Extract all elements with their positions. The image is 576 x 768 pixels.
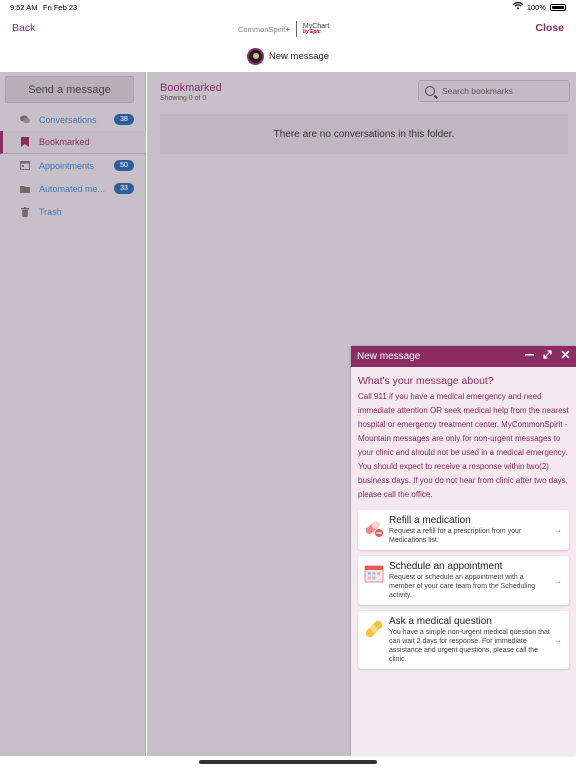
folder-nav: Conversations 38 Bookmarked Appointments…: [0, 108, 146, 223]
count-badge: 38: [114, 114, 134, 125]
option-title: Schedule an appointment: [389, 561, 503, 572]
sidebar-item-label: Appointments: [39, 160, 95, 171]
calendar-icon: [20, 161, 30, 171]
panel-question: What's your message about?: [358, 375, 494, 387]
folder-title: Bookmarked: [160, 82, 222, 94]
emergency-notice: Call 911 if you have a medical emergency…: [358, 392, 569, 499]
brand-mychart: MyChart by Epic: [302, 23, 330, 35]
option-description: You have a simple non-urgent medical que…: [389, 629, 550, 663]
empty-state: There are no conversations in this folde…: [160, 114, 568, 154]
minimize-icon[interactable]: [525, 350, 534, 362]
search-placeholder: Search bookmarks: [442, 86, 513, 96]
sidebar-item-label: Trash: [39, 206, 62, 217]
sidebar-item-conversations[interactable]: Conversations 38: [0, 108, 146, 131]
sidebar-item-label: Automated me...: [39, 183, 106, 194]
app-header: Back CommonSpirit+ MyChart by Epic Close…: [0, 14, 576, 72]
bandage-icon: [364, 619, 383, 638]
panel-title: New message: [357, 351, 421, 362]
count-badge: 33: [114, 183, 134, 194]
sidebar-item-label: Conversations: [39, 114, 97, 125]
page-title-row: New message: [0, 48, 576, 65]
sidebar-item-appointments[interactable]: Appointments 50: [0, 154, 146, 177]
search-input[interactable]: Search bookmarks: [418, 80, 570, 102]
calendar-icon: [364, 564, 384, 583]
expand-icon[interactable]: [543, 350, 552, 362]
back-button[interactable]: Back: [12, 22, 35, 34]
search-icon: [425, 86, 435, 96]
status-date: Fri Feb 23: [43, 3, 78, 12]
home-indicator: [199, 760, 377, 764]
panel-header: New message: [351, 346, 576, 367]
brand-commonspirit: CommonSpirit+: [238, 24, 290, 34]
sidebar-item-label: Bookmarked: [39, 137, 90, 147]
option-title: Refill a medication: [389, 515, 471, 526]
result-count: Showing 0 of 0: [160, 95, 207, 102]
close-button[interactable]: Close: [535, 22, 564, 34]
status-bar: 9:52 AM Fri Feb 23 100%: [0, 0, 576, 14]
arrow-right-icon: →: [554, 525, 562, 535]
brand-logo: CommonSpirit+ MyChart by Epic: [238, 20, 338, 38]
count-badge: 50: [114, 160, 134, 171]
folder-icon: [20, 184, 30, 194]
battery-percent: 100%: [526, 2, 546, 12]
option-description: Request a refill for a prescription from…: [389, 528, 522, 544]
arrow-right-icon: →: [554, 576, 562, 585]
logo-divider: [295, 21, 297, 37]
status-right: 100%: [512, 2, 566, 12]
status-time: 9:52 AM: [10, 3, 38, 12]
option-schedule-appointment[interactable]: Schedule an appointment Request or sched…: [358, 556, 569, 605]
panel-controls: [525, 350, 570, 362]
trash-icon: [20, 206, 30, 217]
sidebar-item-bookmarked[interactable]: Bookmarked: [0, 131, 146, 154]
chat-bubbles-icon: [20, 115, 30, 125]
bookmark-icon: [20, 137, 30, 147]
sidebar: Send a message Conversations 38 Bookmark…: [0, 72, 146, 756]
option-refill-medication[interactable]: Refill a medication Request a refill for…: [358, 510, 569, 550]
option-title: Ask a medical question: [389, 616, 492, 627]
avatar[interactable]: [246, 48, 264, 65]
option-description: Request or schedule an appointment with …: [389, 574, 536, 599]
sidebar-item-trash[interactable]: Trash: [0, 200, 146, 223]
send-message-button[interactable]: Send a message: [5, 76, 134, 103]
option-ask-medical-question[interactable]: Ask a medical question You have a simple…: [358, 611, 569, 669]
arrow-right-icon: →: [554, 635, 562, 645]
close-icon[interactable]: [561, 350, 570, 362]
page-title: New message: [268, 51, 330, 62]
sidebar-item-automated-messages[interactable]: Automated me... 33: [0, 177, 146, 200]
pill-icon: [364, 518, 383, 537]
panel-body: What's your message about? Call 911 if y…: [351, 367, 576, 683]
wifi-icon: [512, 2, 523, 12]
new-message-panel: New message What's your message about? C…: [351, 346, 576, 756]
battery-icon: [550, 3, 566, 11]
